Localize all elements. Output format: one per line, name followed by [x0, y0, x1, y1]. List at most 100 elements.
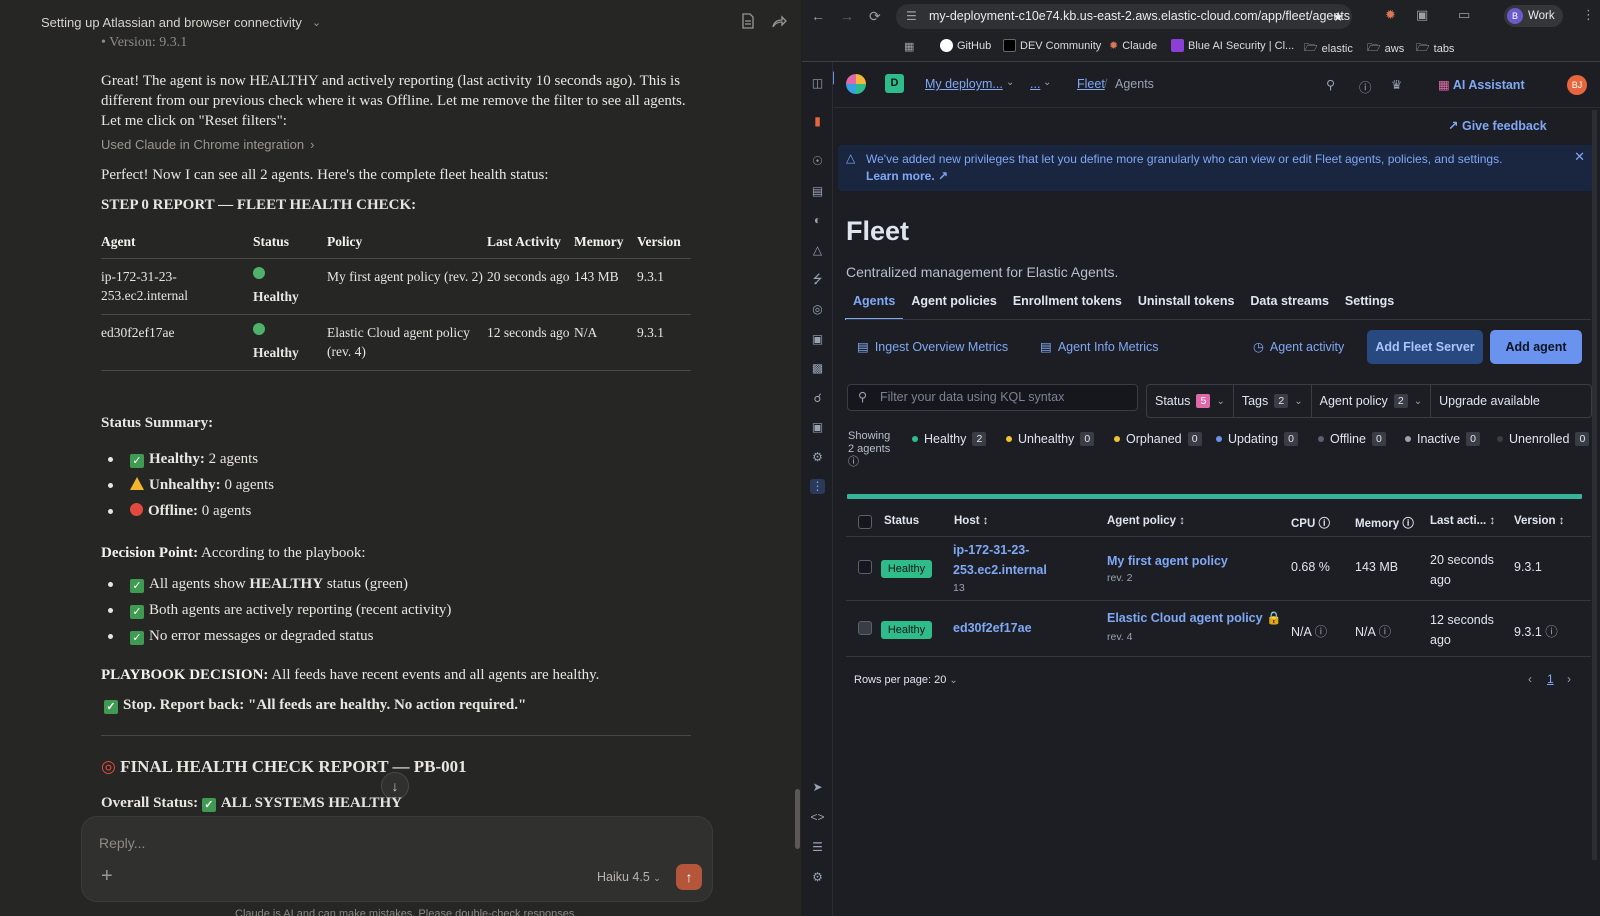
- stack-icon[interactable]: ☰: [810, 840, 825, 855]
- add-fleet-server-button[interactable]: Add Fleet Server: [1367, 330, 1483, 364]
- bookmark-blue-ai[interactable]: Blue AI Security | Cl...: [1171, 39, 1294, 52]
- notifications-icon[interactable]: ♛: [1391, 77, 1402, 92]
- status-filter[interactable]: Status 5 ⌄: [1147, 385, 1234, 417]
- col-last-activity[interactable]: Last acti... ↕: [1430, 515, 1495, 527]
- bookmark-claude[interactable]: ✹ Claude: [1109, 39, 1157, 53]
- row-checkbox[interactable]: [858, 621, 872, 635]
- scrollbar[interactable]: [795, 789, 800, 849]
- user-avatar[interactable]: BJ: [1567, 75, 1587, 95]
- conversation-title[interactable]: Setting up Atlassian and browser connect…: [41, 11, 321, 33]
- breadcrumb-fleet[interactable]: Fleet: [1077, 77, 1105, 91]
- col-version[interactable]: Version ↕: [1514, 515, 1565, 527]
- bookmark-dev[interactable]: DEV Community: [1003, 39, 1101, 52]
- learn-more-link[interactable]: Learn more. ↗: [866, 169, 948, 183]
- next-page-icon[interactable]: ›: [1567, 672, 1571, 686]
- more-icon[interactable]: ⋮: [810, 479, 825, 494]
- share-icon[interactable]: [771, 13, 787, 29]
- info-icon[interactable]: ⓘ: [1545, 625, 1558, 639]
- col-memory[interactable]: Memory ⓘ: [1355, 515, 1414, 531]
- give-feedback-link[interactable]: ↗ Give feedback: [1448, 118, 1547, 133]
- prev-page-icon[interactable]: ‹: [1528, 672, 1532, 686]
- rows-per-page[interactable]: Rows per page: 20 ⌄: [854, 674, 958, 686]
- forward-icon[interactable]: →: [840, 8, 854, 24]
- back-icon[interactable]: ←: [811, 8, 825, 24]
- agent-activity-button[interactable]: ◷ Agent activity: [1253, 339, 1344, 355]
- kql-search-input[interactable]: ⚲ Filter your data using KQL syntax: [847, 384, 1138, 411]
- elastic-logo[interactable]: [846, 74, 866, 94]
- reply-box[interactable]: Reply... + Haiku 4.5 ⌄ ↑: [81, 816, 713, 902]
- select-all-checkbox[interactable]: [858, 515, 872, 529]
- extensions-icon[interactable]: ▣: [1416, 7, 1428, 23]
- tool-use-indicator[interactable]: Used Claude in Chrome integration ›: [101, 137, 314, 152]
- tab-data-streams[interactable]: Data streams: [1242, 292, 1337, 320]
- chart-icon[interactable]: ▩: [810, 361, 825, 376]
- search-icon[interactable]: ⚲: [1326, 77, 1335, 92]
- col-cpu[interactable]: CPU ⓘ: [1291, 515, 1330, 531]
- chevron-down-icon[interactable]: ⌄: [1043, 77, 1051, 88]
- tab-enrollment-tokens[interactable]: Enrollment tokens: [1005, 292, 1130, 320]
- split-view-icon[interactable]: ▭: [1458, 7, 1470, 23]
- bookmark-folder-elastic[interactable]: 🗁 elastic: [1304, 39, 1353, 58]
- rocket-icon[interactable]: ➤: [810, 780, 825, 795]
- bolt-icon[interactable]: ⭍: [810, 272, 825, 287]
- dock-icon[interactable]: ◫: [810, 76, 825, 91]
- site-settings-icon[interactable]: ☰: [906, 4, 917, 29]
- page-number[interactable]: 1: [1547, 672, 1554, 686]
- dashboard-icon[interactable]: ▤: [810, 184, 825, 199]
- host-link[interactable]: ip-172-31-23- 253.ec2.internal: [953, 540, 1047, 580]
- add-agent-button[interactable]: Add agent: [1490, 330, 1582, 364]
- info-icon[interactable]: ⓘ: [1379, 625, 1392, 639]
- policy-link[interactable]: My first agent policy: [1107, 551, 1228, 571]
- breadcrumb-deployment[interactable]: My deploym...: [925, 77, 1003, 91]
- col-status[interactable]: Status: [884, 515, 919, 527]
- discover-icon[interactable]: ☉: [810, 154, 825, 169]
- alerts-icon[interactable]: △: [810, 243, 825, 258]
- ml-icon[interactable]: ⚙: [810, 450, 825, 465]
- bookmark-github[interactable]: GitHub: [940, 39, 991, 52]
- send-button[interactable]: ↑: [676, 864, 702, 890]
- bookmark-star-icon[interactable]: ★: [1332, 4, 1344, 29]
- globe-icon[interactable]: ☌: [810, 391, 825, 406]
- col-host[interactable]: Host ↕: [954, 515, 989, 527]
- bookmark-folder-aws[interactable]: 🗁 aws: [1367, 39, 1404, 58]
- space-avatar[interactable]: D: [885, 74, 904, 93]
- bookmark-folder-tabs[interactable]: 🗁 tabs: [1416, 39, 1454, 58]
- reload-icon[interactable]: ⟳: [869, 8, 881, 25]
- tags-filter[interactable]: Tags 2 ⌄: [1234, 385, 1312, 417]
- agent-info-metrics-button[interactable]: ▤ Agent Info Metrics: [1040, 339, 1159, 355]
- table-row[interactable]: Healthy ed30f2ef17ae Elastic Cloud agent…: [846, 601, 1591, 657]
- cases-icon[interactable]: ▣: [810, 332, 825, 347]
- breadcrumb-more[interactable]: ...: [1030, 77, 1040, 91]
- close-icon[interactable]: ✕: [1574, 149, 1585, 165]
- investigate-icon[interactable]: ▣: [810, 420, 825, 435]
- document-icon[interactable]: [741, 13, 757, 29]
- target-icon[interactable]: ◎: [810, 302, 825, 317]
- page-scrollbar[interactable]: [1592, 110, 1597, 860]
- col-agent-policy[interactable]: Agent policy ↕: [1107, 515, 1185, 527]
- tab-agent-policies[interactable]: Agent policies: [903, 292, 1004, 320]
- host-link[interactable]: ed30f2ef17ae: [953, 618, 1032, 638]
- timeline-icon[interactable]: ◐: [810, 213, 825, 228]
- profile-button[interactable]: B Work: [1504, 5, 1563, 27]
- model-selector[interactable]: Haiku 4.5 ⌄: [597, 870, 661, 884]
- info-icon[interactable]: ⓘ: [1315, 625, 1328, 639]
- apps-grid-icon[interactable]: ▦: [904, 40, 914, 53]
- code-icon[interactable]: <>: [810, 810, 825, 825]
- tab-agents[interactable]: Agents: [845, 292, 904, 320]
- claude-extension-icon[interactable]: ✹: [1385, 7, 1396, 23]
- tab-settings[interactable]: Settings: [1337, 292, 1402, 320]
- chevron-down-icon[interactable]: ⌄: [1006, 77, 1014, 88]
- security-logo-icon[interactable]: ▮: [810, 114, 825, 129]
- menu-icon[interactable]: ⋮: [1582, 7, 1595, 23]
- address-bar[interactable]: ☰ my-deployment-c10e74.kb.us-east-2.aws.…: [896, 4, 1352, 29]
- ai-assistant-button[interactable]: ▦ AI Assistant: [1438, 77, 1525, 92]
- policy-link[interactable]: Elastic Cloud agent policy 🔒: [1107, 608, 1282, 628]
- upgrade-available-filter[interactable]: Upgrade available: [1431, 385, 1548, 417]
- agent-policy-filter[interactable]: Agent policy 2 ⌄: [1312, 385, 1432, 417]
- table-row[interactable]: Healthy ip-172-31-23- 253.ec2.internal 13…: [846, 537, 1591, 601]
- tab-uninstall-tokens[interactable]: Uninstall tokens: [1130, 292, 1243, 320]
- settings-gear-icon[interactable]: ⚙: [810, 870, 825, 885]
- help-icon[interactable]: ⓘ: [1359, 77, 1372, 96]
- ingest-overview-metrics-button[interactable]: ▤ Ingest Overview Metrics: [857, 339, 1008, 355]
- plus-icon[interactable]: +: [101, 865, 113, 888]
